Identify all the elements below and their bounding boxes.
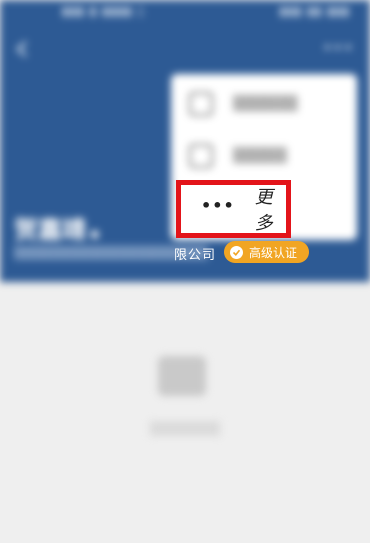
more-dots-icon: •••	[201, 195, 235, 215]
certification-badge[interactable]: 高级认证	[224, 241, 310, 263]
edit-icon	[189, 92, 213, 116]
popup-item-edit[interactable]: ▒▒▒▒▒▒	[189, 92, 298, 116]
popup-item-more[interactable]: ••• 更多	[176, 180, 291, 238]
certification-label: 高级认证	[249, 245, 298, 260]
profile-name: 贺嘉靖 ▪	[14, 216, 100, 244]
status-left: ▮▮▮ ▮ ▮▮▮▮ ▯	[62, 4, 145, 18]
more-label: 更多	[254, 187, 273, 234]
blurred-background: ▮▮▮ ▮ ▮▮▮▮ ▯ ▮▮▮ ▮▮ ▮▮▮ ••• 贺嘉靖 ▪ ▒▒▒▒▒▒▒…	[0, 0, 370, 543]
more-menu-icon[interactable]: •••	[323, 38, 354, 57]
screen: ▮▮▮ ▮ ▮▮▮▮ ▯ ▮▮▮ ▮▮ ▮▮▮ ••• 贺嘉靖 ▪ ▒▒▒▒▒▒▒…	[0, 0, 370, 543]
status-right: ▮▮▮ ▮▮ ▮▮▮	[279, 4, 350, 18]
share-icon	[189, 144, 213, 168]
popup-item-share[interactable]: ▒▒▒▒▒	[189, 144, 287, 168]
check-icon	[230, 245, 243, 259]
status-bar: ▮▮▮ ▮ ▮▮▮▮ ▯ ▮▮▮ ▮▮ ▮▮▮	[0, 0, 370, 26]
company-name-tail: 限公司	[174, 248, 217, 263]
back-arrow-icon[interactable]	[14, 40, 32, 58]
name-suffix: ▪	[90, 226, 100, 242]
empty-state-text: ▒▒▒▒▒▒▒	[150, 422, 220, 437]
empty-state-icon	[158, 356, 206, 396]
